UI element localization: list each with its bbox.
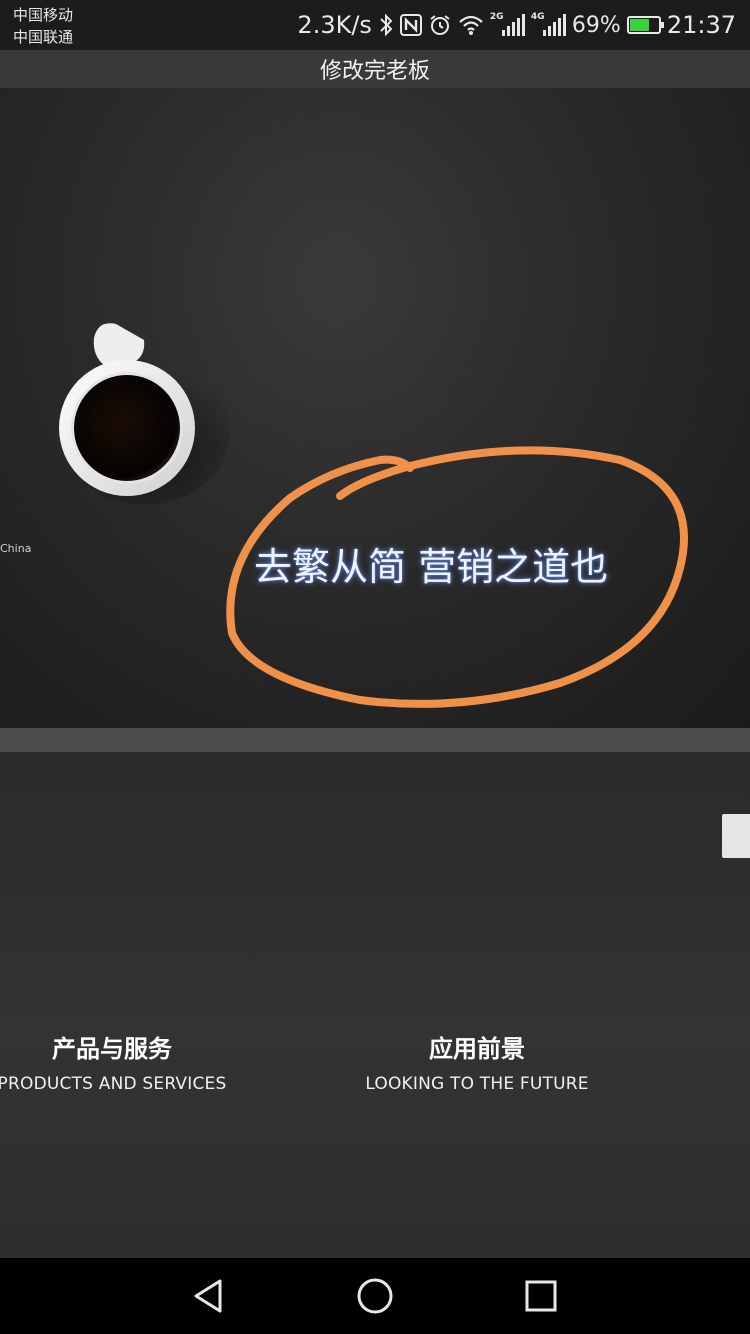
nfc-icon [399,14,422,36]
carrier-info: 中国移动 中国联通 [13,4,73,48]
recent-apps-button[interactable] [521,1276,561,1316]
feature-subtitle: LOOKING TO THE FUTURE [365,1074,589,1094]
signal-icon: 2G [489,12,525,36]
status-bar: 中国移动 中国联通 2.3K/s 2G 4G 69% 21:37 [0,0,750,50]
annotation-circle [226,446,688,708]
carrier-2: 中国联通 [13,28,74,46]
system-nav-bar [0,1258,750,1334]
battery-level [629,19,650,31]
home-button[interactable] [355,1276,395,1316]
alarm-icon [428,13,452,37]
title-bar: 修改完老板 [0,50,750,88]
section-divider [0,728,750,752]
battery-percent: 69% [571,12,621,38]
back-button[interactable] [188,1276,228,1316]
home-icon [357,1278,393,1314]
side-panel-handle[interactable] [722,814,750,858]
back-icon [194,1279,222,1313]
feature-title: 产品与服务 [52,1035,172,1063]
hero-banner[interactable]: China 去繁从简 营销之道也 [0,88,750,728]
signal-icon: 4G [530,12,566,36]
feature-subtitle: PRODUCTS AND SERVICES [0,1074,227,1094]
feature-future-outlook[interactable]: 应用前景 LOOKING TO THE FUTURE [356,1034,598,1094]
page-title: 修改完老板 [319,59,430,84]
feature-title: 应用前景 [429,1035,525,1063]
carrier-1: 中国移动 [13,6,74,24]
feature-products-services[interactable]: 产品与服务 PRODUCTS AND SERVICES [0,1034,230,1094]
wifi-icon [458,14,484,36]
net-speed: 2.3K/s [297,11,372,39]
sim1-network-type: 2G [489,12,504,22]
status-indicators: 2.3K/s 2G 4G 69% 21:37 [297,0,736,50]
battery-icon [626,16,664,34]
features-section: 产品与服务 PRODUCTS AND SERVICES 应用前景 LOOKING… [0,752,750,1258]
screen: 中国移动 中国联通 2.3K/s 2G 4G 69% 21:37 修改完老板 C… [0,0,750,1334]
sim2-network-type: 4G [530,12,545,22]
hero-slogan: 去繁从简 营销之道也 [254,545,609,589]
bluetooth-icon [378,13,394,37]
recent-apps-icon [525,1280,557,1312]
clock: 21:37 [666,11,736,39]
